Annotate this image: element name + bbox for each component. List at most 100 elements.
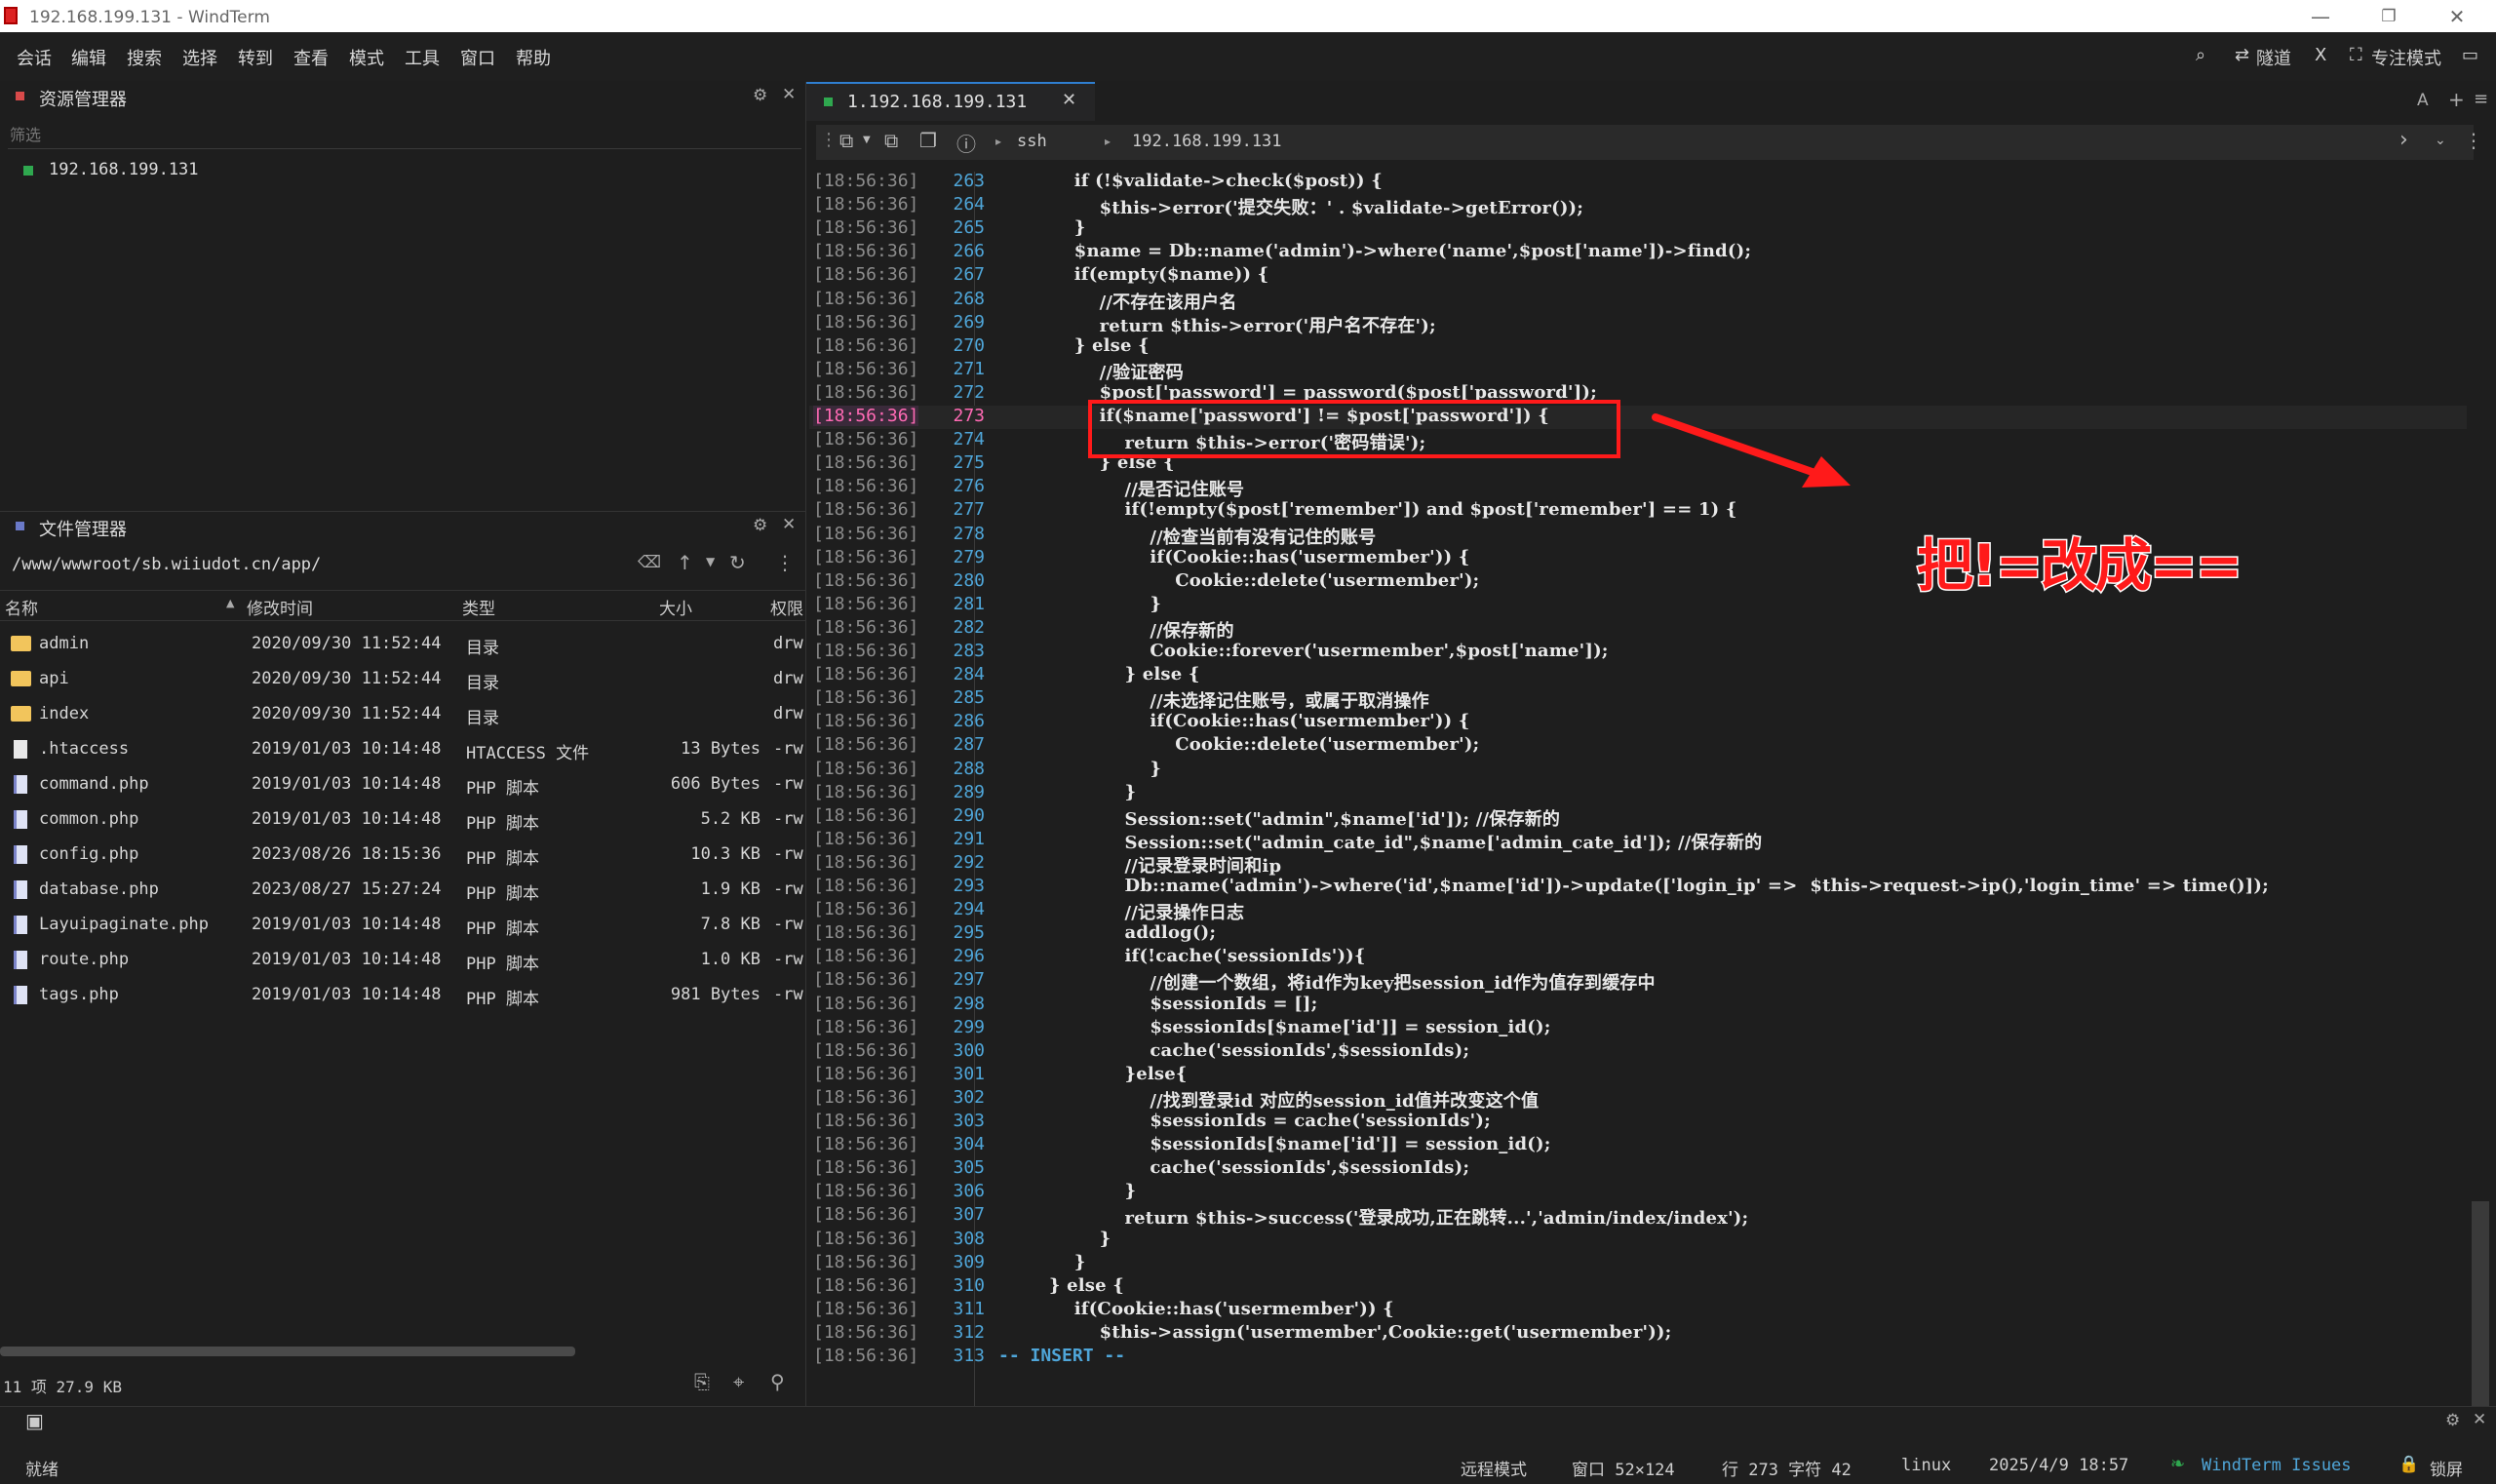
line-text: if(!cache('sessionIds')){ [1024,946,1366,967]
terminal-line: [18:56:36] 282 //保存新的 [809,617,2467,642]
horizontal-scrollbar[interactable] [0,1347,575,1356]
maximize-button[interactable]: ❐ [2360,2,2418,31]
line-timestamp: [18:56:36] [813,1086,919,1108]
line-number: 265 [953,217,985,239]
table-row[interactable]: route.php 2019/01/03 10:14:48 PHP 脚本 1.0 KB… [0,943,805,978]
host-item[interactable]: 192.168.199.131 [49,160,199,179]
line-text: //记录操作日志 [1024,903,1245,924]
filter-input[interactable] [8,121,801,149]
path-field[interactable]: /www/wwwroot/sb.wiiudot.cn/app/ [12,555,321,574]
menu-session[interactable]: 会话 [17,45,52,70]
table-row[interactable]: common.php 2019/01/03 10:14:48 PHP 脚本 5.2 K… [0,802,805,838]
file-size: 13 Bytes [681,739,760,759]
layout-icon[interactable]: ▭ [2462,45,2478,65]
table-row[interactable]: Layuipaginate.php 2019/01/03 10:14:48 PHP … [0,908,805,943]
line-timestamp: [18:56:36] [813,641,919,661]
table-row[interactable]: admin 2020/09/30 11:52:44 目录 drw [0,627,805,662]
refresh-icon[interactable]: ↻ [729,551,746,574]
line-number: 302 [953,1086,985,1108]
line-text: Session::set("admin_cate_id",$name['admi… [1024,832,1763,853]
line-timestamp: [18:56:36] [813,311,919,332]
more-icon[interactable]: ⋮ [775,551,795,574]
chevron-down-icon[interactable]: ▼ [706,555,715,568]
menu-window[interactable]: 窗口 [460,45,495,70]
copy-icon[interactable]: ❐ [919,129,937,152]
lock-screen-button[interactable]: 锁屏 [2430,1456,2463,1480]
line-number: 281 [953,593,985,614]
add-tab-icon[interactable]: + [2448,88,2465,111]
pane-icon[interactable]: ▣ [25,1409,44,1432]
line-number: 280 [953,569,985,591]
gear-icon[interactable]: ⚙ [2445,1411,2460,1430]
status-os: linux [1901,1456,1952,1475]
file-name: admin [39,634,90,653]
focus-mode-button[interactable]: 专注模式 [2371,45,2441,70]
minimize-button[interactable]: — [2291,2,2350,31]
close-window-button[interactable]: ✕ [2428,2,2486,31]
font-icon[interactable]: A [2417,91,2429,110]
col-perm[interactable]: 权限 [770,595,803,619]
col-name[interactable]: 名称 [5,595,38,619]
gear-icon[interactable]: ⚙ [753,86,767,105]
file-name: index [39,704,90,723]
issues-link[interactable]: WindTerm Issues [2202,1456,2352,1475]
tab-menu-icon[interactable]: ≡ [2474,89,2488,109]
up-arrow-icon[interactable]: ↑ [677,551,693,574]
close-icon[interactable]: ✕ [2473,1410,2486,1429]
chevron-down-icon[interactable]: ▼ [863,135,871,145]
info-icon[interactable]: ⓘ [956,129,976,157]
gear-icon[interactable]: ⚙ [753,516,767,535]
close-icon[interactable]: ✕ [782,515,796,534]
map-pin-icon[interactable]: ⚲ [770,1370,785,1393]
table-row[interactable]: .htaccess 2019/01/03 10:14:48 HTACCESS 文件 1… [0,732,805,767]
breadcrumb-protocol[interactable]: ssh [1017,132,1047,151]
col-type[interactable]: 类型 [462,595,495,619]
table-row[interactable]: database.php 2023/08/27 15:27:24 PHP 脚本 1.9… [0,873,805,908]
menu-select[interactable]: 选择 [182,45,217,70]
table-row[interactable]: index 2020/09/30 11:52:44 目录 drw [0,697,805,732]
chevron-right-icon[interactable]: › [2399,128,2408,152]
more-icon[interactable]: ⋮ [2464,129,2483,152]
new-session-icon[interactable]: ⧉ [839,129,853,152]
menu-help[interactable]: 帮助 [516,45,551,70]
menu-mode[interactable]: 模式 [349,45,384,70]
open-folder-icon[interactable]: ⎘ [694,1370,710,1393]
col-mtime[interactable]: 修改时间 [247,595,313,619]
table-row[interactable]: tags.php 2019/01/03 10:14:48 PHP 脚本 981 Byt… [0,978,805,1013]
menu-goto[interactable]: 转到 [238,45,273,70]
terminal-line: [18:56:36] 294 //记录操作日志 [809,899,2467,924]
file-name: common.php [39,809,139,829]
menu-view[interactable]: 查看 [293,45,329,70]
table-row[interactable]: config.php 2023/08/26 18:15:36 PHP 脚本 10.3 … [0,838,805,873]
status-remote-mode[interactable]: 远程模式 [1461,1456,1527,1480]
menu-edit[interactable]: 编辑 [71,45,106,70]
breadcrumb-host[interactable]: 192.168.199.131 [1132,132,1282,151]
panel-marker-icon [16,522,24,530]
table-row[interactable]: api 2020/09/30 11:52:44 目录 drw [0,662,805,697]
tab-session-1[interactable]: 1.192.168.199.131 ✕ [806,82,1095,121]
location-icon[interactable]: ⌖ [733,1370,744,1393]
menu-tools[interactable]: 工具 [405,45,440,70]
terminal-line: [18:56:36] 306 } [809,1181,2467,1204]
line-number: 271 [953,358,985,379]
table-row[interactable]: command.php 2019/01/03 10:14:48 PHP 脚本 606 … [0,767,805,802]
chevron-down-icon[interactable]: ⌄ [2435,133,2446,148]
vertical-scrollbar[interactable] [2472,1201,2489,1406]
col-size[interactable]: 大小 [659,595,692,619]
x-button[interactable]: X [2315,45,2326,65]
file-name: .htaccess [39,739,130,759]
status-cursor-pos[interactable]: 行 273 字符 42 [1722,1456,1852,1480]
terminal-output[interactable]: [18:56:36] 263 if (!$validate->check($pos… [809,171,2467,1370]
arrow-annotation [1652,413,1851,488]
close-tab-icon[interactable]: ✕ [1062,90,1076,110]
file-type: PHP 脚本 [466,884,539,904]
duplicate-icon[interactable]: ⧉ [884,129,898,152]
line-timestamp: [18:56:36] [813,264,919,286]
php-file-icon [14,916,27,934]
clear-icon[interactable]: ⌫ [638,553,661,572]
menu-search[interactable]: 搜索 [127,45,162,70]
line-timestamp: [18:56:36] [813,334,919,356]
tunnel-button[interactable]: 隧道 [2256,45,2291,70]
search-icon[interactable]: ⌕ [2196,45,2205,65]
close-icon[interactable]: ✕ [782,85,796,104]
